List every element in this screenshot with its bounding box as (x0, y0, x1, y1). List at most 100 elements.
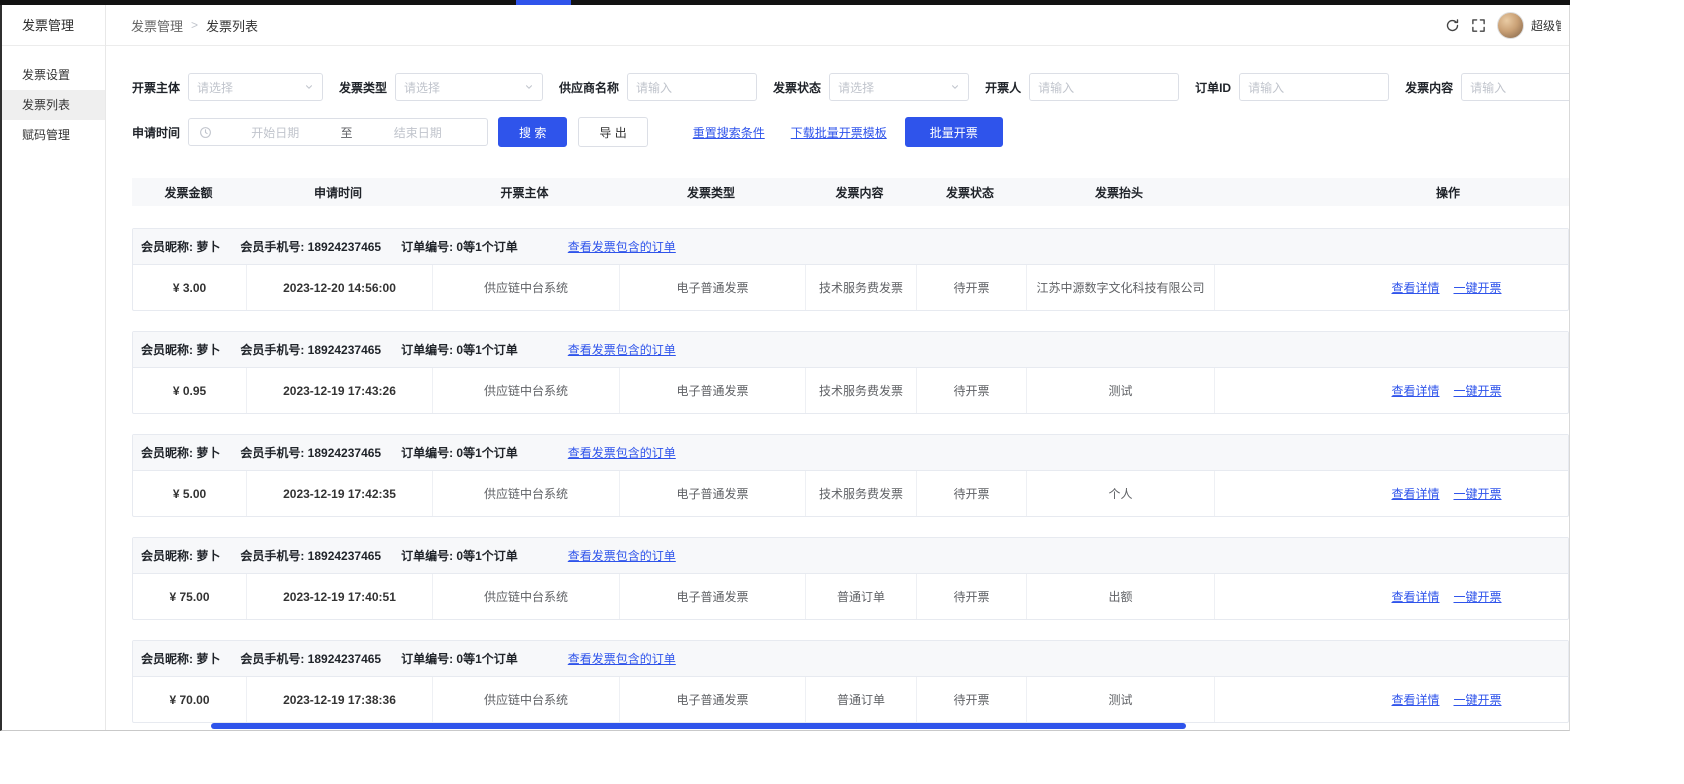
cell-status: 待开票 (916, 471, 1026, 516)
filter-field: 发票类型 请选择 (339, 73, 543, 101)
one-click-invoice-link[interactable]: 一键开票 (1454, 382, 1502, 399)
member-phone: 会员手机号: 18924237465 (240, 650, 381, 667)
one-click-invoice-link[interactable]: 一键开票 (1454, 485, 1502, 502)
reset-search-link[interactable]: 重置搜索条件 (693, 124, 765, 141)
cell-status: 待开票 (916, 368, 1026, 413)
filter-label: 发票类型 (339, 79, 387, 96)
cell-title: 出额 (1026, 574, 1214, 619)
filter-placeholder: 请选择 (838, 79, 874, 96)
view-detail-link[interactable]: 查看详情 (1391, 691, 1439, 708)
search-button[interactable]: 搜 索 (498, 117, 567, 147)
view-detail-link[interactable]: 查看详情 (1391, 485, 1439, 502)
cell-time: 2023-12-19 17:38:36 (246, 677, 432, 722)
batch-invoice-button[interactable]: 批量开票 (905, 117, 1003, 147)
table-row: ¥ 0.95 2023-12-19 17:43:26 供应链中台系统 电子普通发… (133, 368, 1568, 413)
cell-operations: 查看详情 一键开票 (1214, 677, 1564, 722)
member-nickname: 会员昵称: 萝卜 (141, 341, 220, 358)
invoice-groups: 会员昵称: 萝卜 会员手机号: 18924237465 订单编号: 0等1个订单… (132, 228, 1569, 723)
one-click-invoice-link[interactable]: 一键开票 (1454, 588, 1502, 605)
filter-field: 开票主体 请选择 (132, 73, 323, 101)
member-nickname: 会员昵称: 萝卜 (141, 444, 220, 461)
view-orders-link[interactable]: 查看发票包含的订单 (568, 650, 676, 667)
filter-placeholder: 请输入 (636, 79, 672, 96)
invoice-group: 会员昵称: 萝卜 会员手机号: 18924237465 订单编号: 0等1个订单… (132, 228, 1569, 311)
filter-label: 发票内容 (1405, 79, 1453, 96)
fullscreen-icon[interactable] (1465, 12, 1491, 38)
view-orders-link[interactable]: 查看发票包含的订单 (568, 547, 676, 564)
order-no: 订单编号: 0等1个订单 (401, 238, 518, 255)
date-range-picker[interactable]: 开始日期 至 结束日期 (188, 118, 488, 146)
cell-title: 江苏中源数字文化科技有限公司 (1026, 265, 1214, 310)
cell-amount: ¥ 70.00 (133, 677, 246, 722)
filter-input[interactable]: 请输入 (1461, 73, 1569, 101)
view-orders-link[interactable]: 查看发票包含的订单 (568, 341, 676, 358)
view-detail-link[interactable]: 查看详情 (1391, 382, 1439, 399)
filter-label: 订单ID (1195, 79, 1231, 96)
download-batch-template-link[interactable]: 下载批量开票模板 (791, 124, 887, 141)
group-header: 会员昵称: 萝卜 会员手机号: 18924237465 订单编号: 0等1个订单… (133, 538, 1568, 574)
cell-content: 技术服务费发票 (805, 471, 916, 516)
order-no: 订单编号: 0等1个订单 (401, 444, 518, 461)
filter-placeholder: 请选择 (404, 79, 440, 96)
sidebar-item-invoice-list[interactable]: 发票列表 (2, 90, 105, 120)
clock-icon (199, 126, 212, 139)
export-button[interactable]: 导 出 (578, 117, 647, 147)
topbar-actions: 超级管 (1439, 12, 1561, 39)
filter-input[interactable]: 请输入 (1029, 73, 1179, 101)
cell-status: 待开票 (916, 677, 1026, 722)
filter-field: 发票状态 请选择 (773, 73, 969, 101)
order-no: 订单编号: 0等1个订单 (401, 547, 518, 564)
cell-title: 个人 (1026, 471, 1214, 516)
one-click-invoice-link[interactable]: 一键开票 (1454, 279, 1502, 296)
member-nickname: 会员昵称: 萝卜 (141, 238, 220, 255)
cell-status: 待开票 (916, 265, 1026, 310)
invoice-group: 会员昵称: 萝卜 会员手机号: 18924237465 订单编号: 0等1个订单… (132, 331, 1569, 414)
sidebar-item-invoice-settings[interactable]: 发票设置 (2, 60, 105, 90)
cell-content: 技术服务费发票 (805, 265, 916, 310)
cell-time: 2023-12-19 17:42:35 (246, 471, 432, 516)
filter-field: 供应商名称 请输入 (559, 73, 757, 101)
end-date-input[interactable]: 结束日期 (359, 124, 478, 141)
cell-type: 电子普通发票 (619, 574, 805, 619)
filter-input[interactable]: 请选择 (188, 73, 323, 101)
cell-content: 技术服务费发票 (805, 368, 916, 413)
refresh-icon[interactable] (1439, 12, 1465, 38)
filter-input[interactable]: 请选择 (829, 73, 969, 101)
view-detail-link[interactable]: 查看详情 (1391, 279, 1439, 296)
cell-type: 电子普通发票 (619, 265, 805, 310)
table-row: ¥ 3.00 2023-12-20 14:56:00 供应链中台系统 电子普通发… (133, 265, 1568, 310)
chevron-down-icon (950, 82, 960, 92)
col-operations: 操作 (1213, 184, 1563, 201)
filter-input[interactable]: 请输入 (627, 73, 757, 101)
member-phone: 会员手机号: 18924237465 (240, 238, 381, 255)
filter-fields-row: 开票主体 请选择 发票类型 请选择 供应商名称 请输入 发票状态 (132, 73, 1569, 101)
view-orders-link[interactable]: 查看发票包含的订单 (568, 238, 676, 255)
cell-time: 2023-12-20 14:56:00 (246, 265, 432, 310)
breadcrumb-current: 发票列表 (206, 16, 258, 35)
cell-subject: 供应链中台系统 (432, 574, 619, 619)
start-date-input[interactable]: 开始日期 (216, 124, 335, 141)
group-header: 会员昵称: 萝卜 会员手机号: 18924237465 订单编号: 0等1个订单… (133, 641, 1568, 677)
cell-content: 普通订单 (805, 677, 916, 722)
breadcrumb-root[interactable]: 发票管理 (131, 16, 183, 35)
one-click-invoice-link[interactable]: 一键开票 (1454, 691, 1502, 708)
filter-input[interactable]: 请选择 (395, 73, 543, 101)
group-header: 会员昵称: 萝卜 会员手机号: 18924237465 订单编号: 0等1个订单… (133, 435, 1568, 471)
horizontal-scrollbar-thumb[interactable] (211, 723, 1186, 729)
order-no: 订单编号: 0等1个订单 (401, 341, 518, 358)
group-header: 会员昵称: 萝卜 会员手机号: 18924237465 订单编号: 0等1个订单… (133, 229, 1568, 265)
invoice-group: 会员昵称: 萝卜 会员手机号: 18924237465 订单编号: 0等1个订单… (132, 434, 1569, 517)
main-area: 发票管理 > 发票列表 超级管 (106, 5, 1569, 730)
member-phone: 会员手机号: 18924237465 (240, 341, 381, 358)
avatar[interactable] (1497, 12, 1524, 39)
col-invoice-content: 发票内容 (804, 184, 915, 201)
chevron-down-icon (524, 82, 534, 92)
filter-input[interactable]: 请输入 (1239, 73, 1389, 101)
filter-label: 开票人 (985, 79, 1021, 96)
sidebar-nav: 发票设置 发票列表 赋码管理 (2, 46, 105, 150)
view-detail-link[interactable]: 查看详情 (1391, 588, 1439, 605)
sidebar-item-code-management[interactable]: 赋码管理 (2, 120, 105, 150)
view-orders-link[interactable]: 查看发票包含的订单 (568, 444, 676, 461)
table-header: 发票金额 申请时间 开票主体 发票类型 发票内容 发票状态 发票抬头 操作 (132, 178, 1569, 206)
cell-type: 电子普通发票 (619, 471, 805, 516)
